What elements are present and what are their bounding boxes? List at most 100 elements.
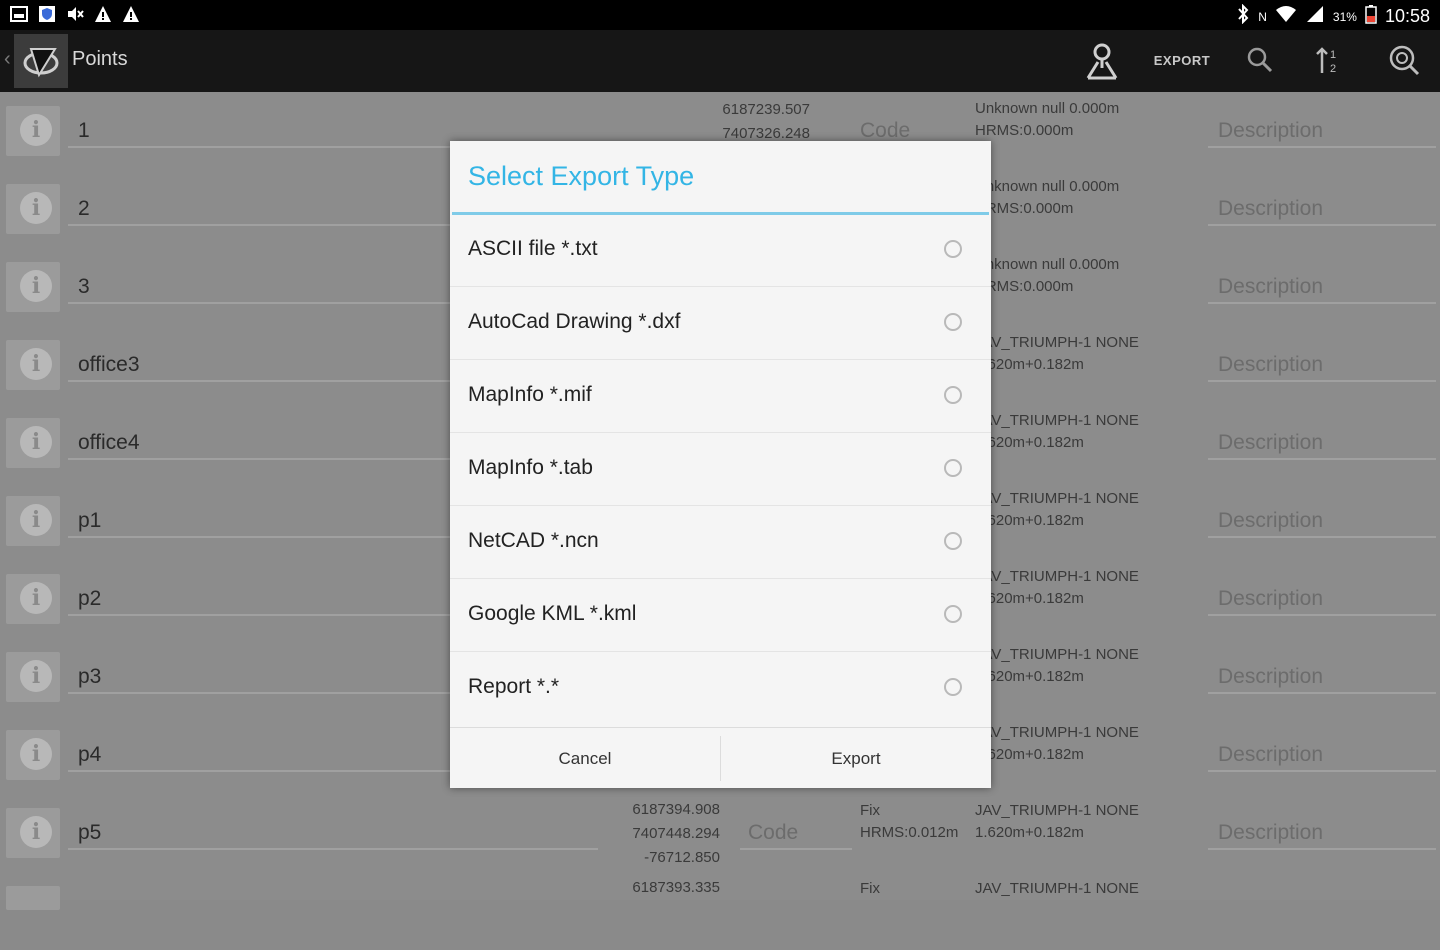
option-label: Google KML *.kml bbox=[468, 602, 637, 625]
fix-info: Unknown null 0.000m HRMS:0.000m bbox=[975, 98, 1205, 142]
fix-info: JAV_TRIUMPH-1 NONE 1.620m+0.182m bbox=[975, 644, 1205, 688]
info-button[interactable]: i bbox=[6, 730, 60, 780]
description-field[interactable]: Description bbox=[1208, 192, 1436, 226]
search-icon bbox=[1247, 47, 1273, 73]
radio-button[interactable] bbox=[944, 313, 962, 331]
fix-height: 1.620m+0.182m bbox=[975, 590, 1084, 607]
warning-icon bbox=[122, 5, 140, 23]
wifi-icon bbox=[1275, 4, 1297, 29]
fix-accuracy: HRMS:0.012m bbox=[860, 824, 959, 841]
svg-text:1: 1 bbox=[1330, 49, 1336, 61]
info-button[interactable]: i bbox=[6, 808, 60, 858]
description-field[interactable]: Description bbox=[1208, 582, 1436, 616]
info-button[interactable]: i bbox=[6, 574, 60, 624]
description-field[interactable]: Description bbox=[1208, 738, 1436, 772]
info-button[interactable] bbox=[6, 886, 60, 910]
coordinates: 6187394.908 7407448.294 -76712.850 bbox=[600, 798, 720, 870]
sort-button[interactable]: 1 2 bbox=[1308, 40, 1348, 80]
info-button[interactable]: i bbox=[6, 184, 60, 234]
info-icon: i bbox=[20, 192, 52, 224]
fix-height: 1.620m+0.182m bbox=[975, 824, 1084, 841]
radio-button[interactable] bbox=[944, 240, 962, 258]
info-icon: i bbox=[20, 504, 52, 536]
fix-height: 1.620m+0.182m bbox=[975, 668, 1084, 685]
info-button[interactable]: i bbox=[6, 652, 60, 702]
description-field[interactable]: Description bbox=[1208, 270, 1436, 304]
export-option-kml[interactable]: Google KML *.kml bbox=[450, 580, 991, 652]
description-field[interactable]: Description bbox=[1208, 660, 1436, 694]
fix-status: Fix bbox=[860, 880, 880, 897]
fix-height: 1.620m+0.182m bbox=[975, 512, 1084, 529]
option-label: Report *.* bbox=[468, 675, 560, 698]
map-pin-button[interactable] bbox=[1080, 40, 1124, 80]
description-field[interactable]: Description bbox=[1208, 348, 1436, 382]
fix-antenna: JAV_TRIUMPH-1 NONE bbox=[975, 568, 1139, 585]
sort-icon: 1 2 bbox=[1316, 47, 1336, 75]
option-label: ASCII file *.txt bbox=[468, 237, 598, 260]
search-button[interactable] bbox=[1240, 40, 1280, 80]
fix-info: JAV_TRIUMPH-1 NONE 1.620m+0.182m bbox=[975, 566, 1205, 610]
fix-antenna: JAV_TRIUMPH-1 NONE bbox=[975, 724, 1139, 741]
bluetooth-icon bbox=[1236, 3, 1250, 29]
info-button[interactable]: i bbox=[6, 496, 60, 546]
export-option-tab[interactable]: MapInfo *.tab bbox=[450, 434, 991, 506]
antenna-info: JAV_TRIUMPH-1 NONE 1.620m+0.182m bbox=[975, 800, 1205, 844]
nfc-icon: N bbox=[1258, 9, 1267, 24]
svg-text:2: 2 bbox=[1330, 63, 1336, 75]
export-option-mif[interactable]: MapInfo *.mif bbox=[450, 361, 991, 433]
fix-status: Unknown null 0.000m bbox=[975, 100, 1120, 117]
info-icon: i bbox=[20, 348, 52, 380]
export-option-dxf[interactable]: AutoCad Drawing *.dxf bbox=[450, 288, 991, 360]
info-button[interactable]: i bbox=[6, 340, 60, 390]
fix-height: 1.620m+0.182m bbox=[975, 434, 1084, 451]
info-button[interactable]: i bbox=[6, 418, 60, 468]
point-name-field[interactable]: p5 bbox=[68, 816, 598, 850]
info-icon: i bbox=[20, 660, 52, 692]
radio-button[interactable] bbox=[944, 459, 962, 477]
description-field[interactable]: Description bbox=[1208, 504, 1436, 538]
export-option-report[interactable]: Report *.* bbox=[450, 653, 991, 725]
status-time: 10:58 bbox=[1384, 6, 1430, 26]
option-label: MapInfo *.tab bbox=[468, 456, 593, 479]
cancel-button[interactable]: Cancel bbox=[450, 728, 720, 789]
list-item[interactable]: i p5 6187394.908 7407448.294 -76712.850 … bbox=[0, 794, 1440, 872]
option-label: NetCAD *.ncn bbox=[468, 529, 599, 552]
export-option-ncn[interactable]: NetCAD *.ncn bbox=[450, 507, 991, 579]
list-item[interactable]: 6187393.335 Fix JAV_TRIUMPH-1 NONE bbox=[0, 872, 1440, 950]
coordinates: 6187239.507 7407326.248 bbox=[690, 98, 810, 146]
description-field[interactable]: Description bbox=[1208, 816, 1436, 850]
zoom-search-button[interactable] bbox=[1382, 40, 1426, 80]
app-logo[interactable] bbox=[14, 34, 68, 88]
description-field[interactable]: Description bbox=[1208, 114, 1436, 148]
export-type-dialog: Select Export Type ASCII file *.txt Auto… bbox=[450, 141, 991, 788]
coord-north: 6187239.507 bbox=[722, 101, 810, 118]
radio-button[interactable] bbox=[944, 532, 962, 550]
radio-button[interactable] bbox=[944, 386, 962, 404]
info-button[interactable]: i bbox=[6, 262, 60, 312]
radio-button[interactable] bbox=[944, 605, 962, 623]
export-action-button[interactable]: EXPORT bbox=[1150, 40, 1214, 80]
fix-antenna: JAV_TRIUMPH-1 NONE bbox=[975, 334, 1139, 351]
gallery-icon bbox=[10, 5, 28, 23]
fix-height: 1.620m+0.182m bbox=[975, 746, 1084, 763]
fix-accuracy: HRMS:0.000m bbox=[975, 278, 1074, 295]
fix-antenna: JAV_TRIUMPH-1 NONE bbox=[975, 490, 1139, 507]
option-label: MapInfo *.mif bbox=[468, 383, 592, 406]
dialog-button-bar: Cancel Export bbox=[450, 727, 991, 789]
info-button[interactable]: i bbox=[6, 106, 60, 156]
page-title: Points bbox=[72, 48, 128, 70]
coord-height: -76712.850 bbox=[644, 849, 720, 866]
shield-icon bbox=[38, 5, 56, 23]
radio-button[interactable] bbox=[944, 678, 962, 696]
zoom-search-icon bbox=[1389, 45, 1420, 76]
export-option-ascii[interactable]: ASCII file *.txt bbox=[450, 215, 991, 287]
fix-height: 1.620m+0.182m bbox=[975, 356, 1084, 373]
coord-north: 6187393.335 bbox=[632, 879, 720, 896]
code-field[interactable]: Code bbox=[740, 816, 852, 850]
export-button[interactable]: Export bbox=[721, 728, 991, 789]
info-icon: i bbox=[20, 738, 52, 770]
back-chevron-icon[interactable]: ‹ bbox=[4, 48, 11, 71]
battery-percent: 31% bbox=[1332, 9, 1357, 24]
description-field[interactable]: Description bbox=[1208, 426, 1436, 460]
fix-status: Fix bbox=[860, 802, 880, 819]
